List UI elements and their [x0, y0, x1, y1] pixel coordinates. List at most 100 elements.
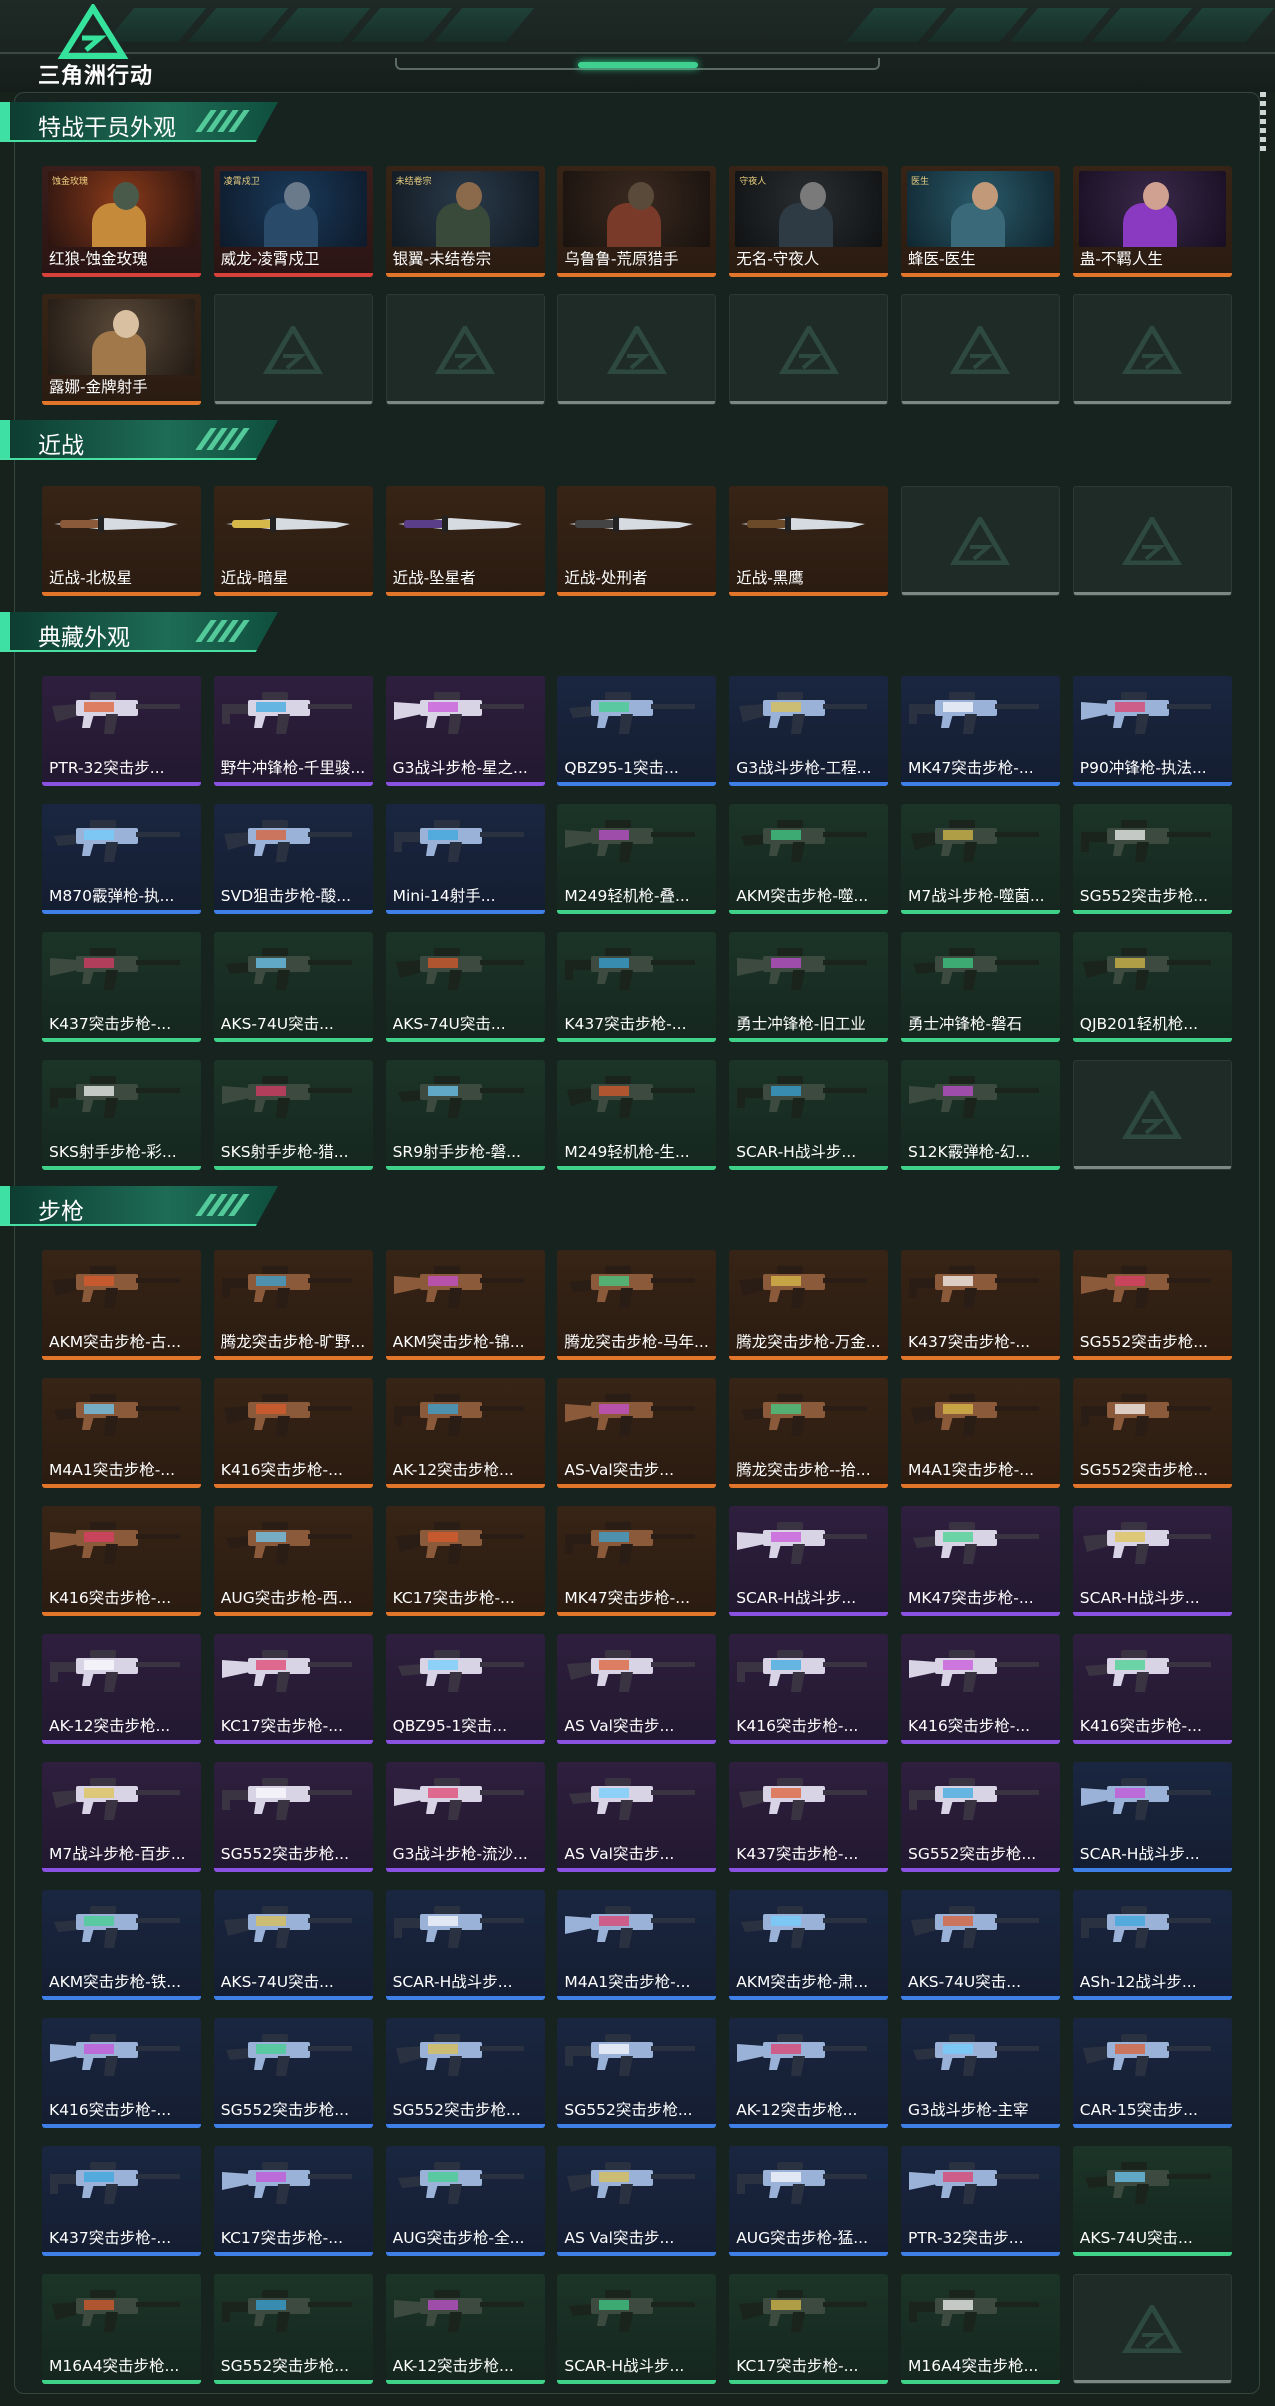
item-card[interactable]: AK-12突击步枪...	[385, 1378, 545, 1488]
item-card[interactable]: 勇士冲锋枪-磐石	[900, 932, 1060, 1042]
item-card[interactable]: M4A1突击步枪-...	[557, 1890, 717, 2000]
item-card[interactable]: G3战斗步枪-流沙...	[385, 1762, 545, 1872]
item-card[interactable]: SG552突击步枪...	[900, 1762, 1060, 1872]
item-card[interactable]: 勇士冲锋枪-旧工业	[729, 932, 889, 1042]
item-card[interactable]: Mini-14射手...	[385, 804, 545, 914]
item-card[interactable]: QBZ95-1突击...	[557, 676, 717, 786]
item-card[interactable]: AUG突击步枪-猛...	[729, 2146, 889, 2256]
item-card[interactable]: G3战斗步枪-星之...	[385, 676, 545, 786]
item-card[interactable]: K437突击步枪-...	[42, 2146, 201, 2256]
item-card[interactable]: AK-12突击步枪...	[729, 2018, 889, 2128]
item-card[interactable]: P90冲锋枪-执法...	[1072, 676, 1232, 786]
item-card[interactable]: AKS-74U突击...	[213, 932, 373, 1042]
item-card[interactable]: M870霰弹枪-执...	[42, 804, 201, 914]
item-card[interactable]: K416突击步枪-...	[1072, 1634, 1232, 1744]
item-card[interactable]: K437突击步枪-...	[557, 932, 717, 1042]
item-card[interactable]: PTR-32突击步...	[900, 2146, 1060, 2256]
item-card[interactable]: G3战斗步枪-主宰	[900, 2018, 1060, 2128]
item-card[interactable]: KC17突击步枪-...	[385, 1506, 545, 1616]
item-card[interactable]: 凌霄戍卫 威龙-凌霄戍卫	[213, 166, 373, 277]
item-card[interactable]: SG552突击步枪...	[1072, 1378, 1232, 1488]
item-card[interactable]: M7战斗步枪-噬菌...	[900, 804, 1060, 914]
item-card[interactable]: SKS射手步枪-彩...	[42, 1060, 201, 1170]
item-card[interactable]: KC17突击步枪-...	[729, 2274, 889, 2384]
item-card[interactable]: AS-Val突击步...	[557, 1378, 717, 1488]
item-card[interactable]: K416突击步枪-...	[213, 1378, 373, 1488]
item-card[interactable]: K437突击步枪-...	[42, 932, 201, 1042]
item-card[interactable]: AKM突击步枪-锦...	[385, 1250, 545, 1360]
item-card[interactable]: K416突击步枪-...	[42, 2018, 201, 2128]
item-card[interactable]: 腾龙突击步枪--拾...	[729, 1378, 889, 1488]
item-card[interactable]: 医生 蜂医-医生	[900, 166, 1060, 277]
item-card[interactable]: QJB201轻机枪...	[1072, 932, 1232, 1042]
item-card[interactable]: 近战-暗星	[213, 486, 373, 596]
item-card[interactable]: 近战-处刑者	[557, 486, 717, 596]
item-card[interactable]: SG552突击步枪...	[557, 2018, 717, 2128]
item-card[interactable]: AKS-74U突击...	[1072, 2146, 1232, 2256]
item-card[interactable]: M16A4突击步枪...	[900, 2274, 1060, 2384]
item-card[interactable]: AUG突击步枪-全...	[385, 2146, 545, 2256]
item-card[interactable]: SG552突击步枪...	[213, 2274, 373, 2384]
item-card[interactable]: M4A1突击步枪-...	[900, 1378, 1060, 1488]
item-card[interactable]: PTR-32突击步...	[42, 676, 201, 786]
item-card[interactable]: 露娜-金牌射手	[42, 294, 201, 405]
item-card[interactable]: MK47突击步枪-...	[900, 676, 1060, 786]
item-card[interactable]: KC17突击步枪-...	[213, 1634, 373, 1744]
item-card[interactable]: 近战-坠星者	[385, 486, 545, 596]
item-card[interactable]: 腾龙突击步枪-万金...	[729, 1250, 889, 1360]
item-card[interactable]: SCAR-H战斗步...	[729, 1060, 889, 1170]
item-card[interactable]: MK47突击步枪-...	[900, 1506, 1060, 1616]
item-card[interactable]: SVD狙击步枪-酸...	[213, 804, 373, 914]
item-card[interactable]: M7战斗步枪-百步...	[42, 1762, 201, 1872]
item-card[interactable]: AKM突击步枪-古...	[42, 1250, 201, 1360]
item-card[interactable]: SG552突击步枪...	[1072, 1250, 1232, 1360]
item-card[interactable]: M249轻机枪-叠...	[557, 804, 717, 914]
item-card[interactable]: CAR-15突击步...	[1072, 2018, 1232, 2128]
item-card[interactable]: M16A4突击步枪...	[42, 2274, 201, 2384]
item-card[interactable]: SG552突击步枪...	[385, 2018, 545, 2128]
item-card[interactable]: K416突击步枪-...	[42, 1506, 201, 1616]
item-card[interactable]: AKS-74U突击...	[385, 932, 545, 1042]
item-card[interactable]: AS Val突击步...	[557, 1634, 717, 1744]
item-card[interactable]: AK-12突击步枪...	[385, 2274, 545, 2384]
item-card[interactable]: SR9射手步枪-磐...	[385, 1060, 545, 1170]
item-card[interactable]: 蛊-不羁人生	[1072, 166, 1232, 277]
item-card[interactable]: 守夜人 无名-守夜人	[729, 166, 889, 277]
item-card[interactable]: G3战斗步枪-工程...	[729, 676, 889, 786]
item-card[interactable]: SG552突击步枪...	[213, 2018, 373, 2128]
item-card[interactable]: 蚀金玫瑰 红狼-蚀金玫瑰	[42, 166, 201, 277]
item-card[interactable]: AKM突击步枪-肃...	[729, 1890, 889, 2000]
item-card[interactable]: AS Val突击步...	[557, 1762, 717, 1872]
item-card[interactable]: K416突击步枪-...	[729, 1634, 889, 1744]
item-card[interactable]: 乌鲁鲁-荒原猎手	[557, 166, 717, 277]
item-card[interactable]: SCAR-H战斗步...	[1072, 1506, 1232, 1616]
item-card[interactable]: AKM突击步枪-铁...	[42, 1890, 201, 2000]
item-card[interactable]: K437突击步枪-...	[729, 1762, 889, 1872]
item-card[interactable]: K437突击步枪-...	[900, 1250, 1060, 1360]
item-card[interactable]: SCAR-H战斗步...	[557, 2274, 717, 2384]
item-card[interactable]: AKS-74U突击...	[213, 1890, 373, 2000]
item-card[interactable]: SCAR-H战斗步...	[385, 1890, 545, 2000]
item-card[interactable]: 近战-黑鹰	[729, 486, 889, 596]
item-card[interactable]: 腾龙突击步枪-旷野...	[213, 1250, 373, 1360]
item-card[interactable]: KC17突击步枪-...	[213, 2146, 373, 2256]
item-card[interactable]: SCAR-H战斗步...	[1072, 1762, 1232, 1872]
item-card[interactable]: M4A1突击步枪-...	[42, 1378, 201, 1488]
item-card[interactable]: ASh-12战斗步...	[1072, 1890, 1232, 2000]
item-card[interactable]: AS Val突击步...	[557, 2146, 717, 2256]
scrollbar[interactable]	[1260, 92, 1266, 152]
item-card[interactable]: AK-12突击步枪...	[42, 1634, 201, 1744]
item-card[interactable]: SKS射手步枪-猎...	[213, 1060, 373, 1170]
item-card[interactable]: SG552突击步枪...	[213, 1762, 373, 1872]
item-card[interactable]: MK47突击步枪-...	[557, 1506, 717, 1616]
item-card[interactable]: SCAR-H战斗步...	[729, 1506, 889, 1616]
item-card[interactable]: 野牛冲锋枪-千里骏...	[213, 676, 373, 786]
item-card[interactable]: AUG突击步枪-西...	[213, 1506, 373, 1616]
item-card[interactable]: K416突击步枪-...	[900, 1634, 1060, 1744]
item-card[interactable]: SG552突击步枪...	[1072, 804, 1232, 914]
item-card[interactable]: AKM突击步枪-噬...	[729, 804, 889, 914]
item-card[interactable]: S12K霰弹枪-幻...	[900, 1060, 1060, 1170]
item-card[interactable]: 近战-北极星	[42, 486, 201, 596]
item-card[interactable]: QBZ95-1突击...	[385, 1634, 545, 1744]
item-card[interactable]: 未结卷宗 银翼-未结卷宗	[385, 166, 545, 277]
